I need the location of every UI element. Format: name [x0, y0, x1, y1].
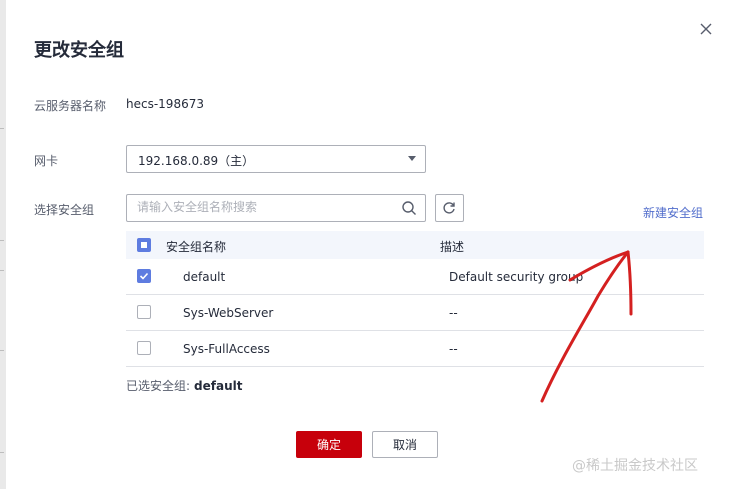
watermark: @稀土掘金技术社区 [572, 458, 698, 474]
row-description: -- [449, 342, 458, 356]
nic-select-value: 192.168.0.89（主） [138, 154, 255, 168]
refresh-button[interactable] [435, 194, 464, 222]
selected-security-group: 已选安全组: default [126, 377, 243, 394]
security-group-label: 选择安全组 [34, 203, 95, 217]
nic-select[interactable]: 192.168.0.89（主） [126, 145, 426, 173]
edge-mark [0, 270, 4, 271]
edge-mark [0, 240, 4, 241]
security-group-table: 安全组名称 描述 default Default security group … [126, 231, 704, 367]
table-row[interactable]: Sys-WebServer -- [126, 295, 704, 331]
check-icon [139, 272, 149, 280]
security-group-search-input[interactable] [127, 195, 399, 219]
column-header-description: 描述 [440, 240, 465, 254]
chevron-down-icon [408, 156, 416, 161]
table-row[interactable]: Sys-FullAccess -- [126, 331, 704, 367]
security-group-search [126, 194, 426, 222]
edge-mark [0, 452, 4, 453]
row-description: -- [449, 306, 458, 320]
row-name: Sys-FullAccess [183, 342, 270, 356]
select-all-checkbox[interactable] [137, 238, 151, 252]
confirm-button[interactable]: 确定 [296, 431, 362, 458]
selected-label: 已选安全组: [126, 379, 191, 393]
row-checkbox[interactable] [137, 341, 151, 355]
server-name-value: hecs-198673 [126, 97, 204, 111]
row-checkbox[interactable] [137, 269, 151, 283]
server-name-label: 云服务器名称 [34, 99, 107, 113]
dialog-title: 更改安全组 [34, 40, 124, 61]
close-button[interactable] [696, 19, 716, 39]
table-header: 安全组名称 描述 [126, 231, 704, 259]
cancel-button[interactable]: 取消 [372, 431, 438, 458]
close-icon [700, 23, 712, 35]
search-icon[interactable] [401, 200, 417, 216]
edge-mark [0, 128, 4, 129]
row-checkbox[interactable] [137, 305, 151, 319]
row-name: Sys-WebServer [183, 306, 274, 320]
selected-value: default [194, 379, 243, 393]
refresh-icon [443, 202, 455, 214]
row-name: default [183, 270, 226, 284]
column-header-name: 安全组名称 [166, 240, 227, 254]
table-row[interactable]: default Default security group [126, 259, 704, 295]
new-security-group-link[interactable]: 新建安全组 [643, 204, 703, 221]
change-security-group-dialog: 更改安全组 云服务器名称 hecs-198673 网卡 192.168.0.89… [6, 0, 731, 489]
edge-mark [0, 350, 4, 351]
nic-label: 网卡 [34, 154, 59, 168]
row-description: Default security group [449, 270, 584, 284]
